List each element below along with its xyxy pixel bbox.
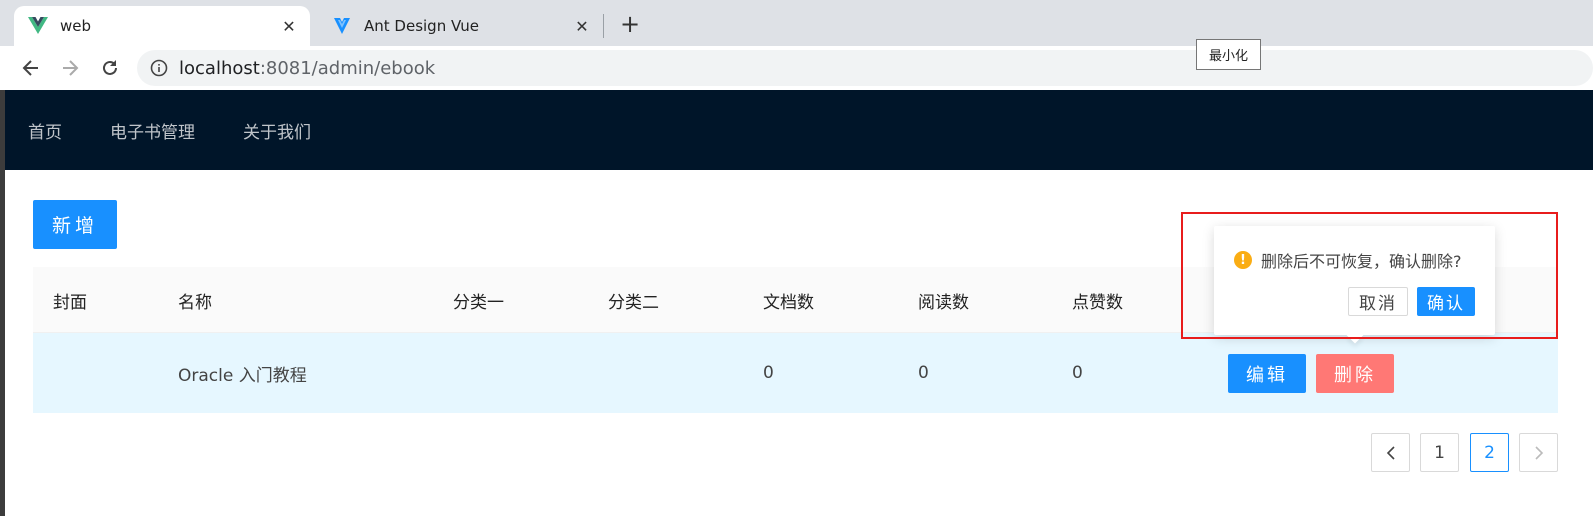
page-1[interactable]: 1 — [1420, 433, 1459, 472]
new-tab-icon[interactable]: + — [617, 12, 643, 38]
url-text: localhost:8081/admin/ebook — [179, 58, 435, 79]
column-header-name: 名称 — [178, 292, 212, 313]
tab-ant-design-vue[interactable]: Ant Design Vue ✕ — [318, 6, 603, 46]
cell-like-count: 0 — [1072, 363, 1083, 383]
reload-icon[interactable] — [96, 54, 124, 82]
tab-title: Ant Design Vue — [364, 17, 479, 35]
menu-item-ebook-admin[interactable]: 电子书管理 — [110, 118, 195, 143]
column-header-view-count: 阅读数 — [918, 292, 969, 313]
forward-arrow-icon[interactable] — [56, 54, 84, 82]
annotation-highlight-box — [1181, 212, 1558, 339]
tab-title: web — [60, 17, 92, 35]
cell-name: Oracle 入门教程 — [178, 365, 307, 386]
vue-logo-icon — [28, 16, 48, 36]
column-header-doc-count: 文档数 — [763, 292, 814, 313]
column-header-category2: 分类二 — [608, 292, 659, 313]
cell-view-count: 0 — [918, 363, 929, 383]
close-tab-icon[interactable]: ✕ — [571, 15, 593, 37]
url-host: localhost — [179, 57, 260, 79]
page-2[interactable]: 2 — [1470, 433, 1509, 472]
ant-design-logo-icon — [332, 16, 352, 36]
delete-button[interactable]: 删除 — [1316, 354, 1394, 393]
next-page-button[interactable] — [1519, 433, 1558, 472]
browser-tab-bar: web ✕ Ant Design Vue ✕ + — [0, 0, 1593, 46]
address-bar[interactable]: localhost:8081/admin/ebook — [137, 50, 1593, 86]
browser-toolbar: localhost:8081/admin/ebook — [0, 46, 1593, 90]
add-button[interactable]: 新增 — [33, 200, 117, 249]
menu-item-home[interactable]: 首页 — [28, 118, 62, 143]
column-header-cover: 封面 — [53, 292, 87, 313]
minimize-tooltip: 最小化 — [1196, 39, 1261, 70]
column-header-like-count: 点赞数 — [1072, 292, 1123, 313]
close-tab-icon[interactable]: ✕ — [278, 15, 300, 37]
edit-button[interactable]: 编辑 — [1228, 354, 1306, 393]
menu-item-about[interactable]: 关于我们 — [243, 118, 311, 143]
prev-page-button[interactable] — [1371, 433, 1410, 472]
tab-web[interactable]: web ✕ — [14, 6, 310, 46]
column-header-category1: 分类一 — [453, 292, 504, 313]
app-header: 首页 电子书管理 关于我们 — [5, 90, 1593, 170]
url-path: :8081/admin/ebook — [259, 57, 436, 79]
info-icon[interactable] — [150, 59, 168, 77]
tab-separator — [603, 14, 604, 38]
cell-doc-count: 0 — [763, 363, 774, 383]
back-arrow-icon[interactable] — [17, 54, 45, 82]
